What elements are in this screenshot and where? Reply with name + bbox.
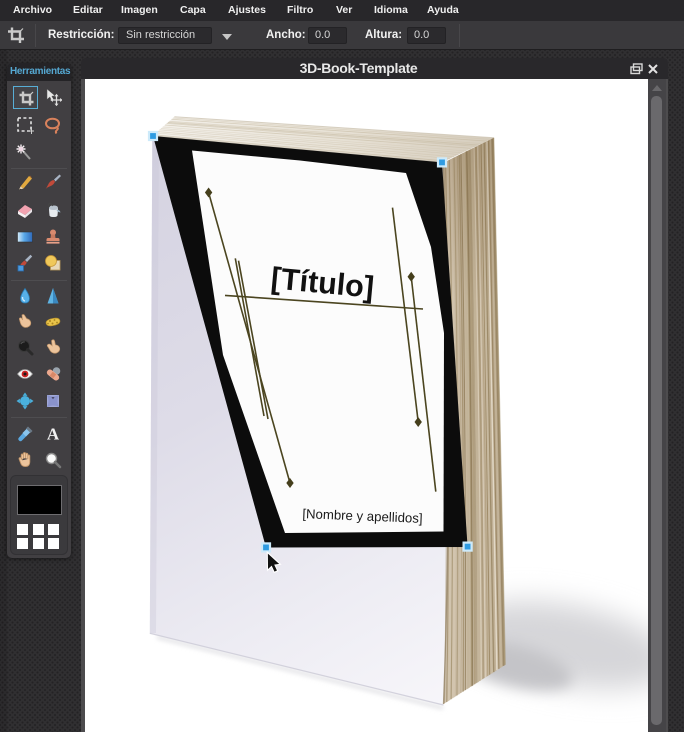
svg-text:A: A	[46, 425, 59, 443]
